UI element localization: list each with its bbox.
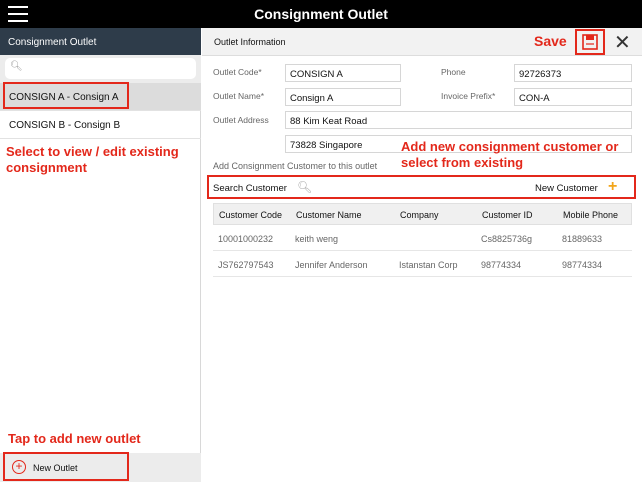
save-button[interactable] (575, 29, 605, 55)
search-customer-input[interactable]: Search Customer (213, 183, 287, 194)
top-bar: Consignment Outlet (0, 0, 642, 28)
new-outlet-button[interactable] (3, 452, 129, 481)
column-header[interactable]: Customer ID (482, 210, 533, 220)
main-header: Outlet Information Save ✕ (202, 28, 642, 56)
outlet-name-field[interactable]: Consign A (285, 88, 401, 106)
table-cell: 10001000232 (218, 234, 274, 244)
table-row[interactable]: 10001000232 keith weng Cs8825736g 818896… (213, 225, 632, 251)
search-icon[interactable]: 🔍︎ (297, 180, 312, 194)
table-cell: 98774334 (562, 260, 603, 270)
column-header[interactable]: Company (400, 210, 439, 220)
column-header[interactable]: Mobile Phone (563, 210, 618, 220)
add-customer-text: Add Consignment Customer to this outlet (213, 161, 378, 171)
table-cell: keith weng (295, 234, 339, 244)
new-customer-button[interactable]: New Customer (535, 183, 598, 194)
address-line1-field[interactable]: 88 Kim Keat Road (285, 111, 632, 129)
sidebar-header: Consignment Outlet (0, 28, 201, 55)
invoice-prefix-field[interactable]: CON-A (514, 88, 632, 106)
customer-search-row: Search Customer 🔍︎ New Customer + (207, 175, 636, 199)
outlet-code-field[interactable]: CONSIGN A (285, 64, 401, 82)
app-title: Consignment Outlet (254, 6, 388, 22)
annotation-tap-hint: Tap to add new outlet (8, 431, 141, 446)
table-cell: 81889633 (562, 234, 603, 244)
phone-field[interactable]: 92726373 (514, 64, 632, 82)
annotation-save: Save (534, 33, 567, 49)
annotation-add-customer: Add new consignment customer or select f… (401, 139, 619, 170)
outlet-item-consign-b[interactable]: CONSIGN B - Consign B (0, 111, 201, 139)
sidebar-search-input[interactable] (5, 58, 196, 79)
outlet-address-label: Outlet Address (213, 115, 269, 125)
table-cell: Jennifer Anderson (295, 260, 368, 270)
page-title: Outlet Information (214, 37, 286, 47)
phone-label: Phone (441, 67, 466, 77)
table-cell: Cs8825736g (481, 234, 533, 244)
table-header: Customer Code Customer Name Company Cust… (213, 203, 632, 225)
close-icon[interactable]: ✕ (614, 30, 631, 55)
sidebar-search-bar: 🔍︎ (0, 55, 201, 83)
table-cell: JS762797543 (218, 260, 274, 270)
table-cell: Istanstan Corp (399, 260, 458, 270)
column-header[interactable]: Customer Code (219, 210, 282, 220)
save-icon (582, 34, 598, 50)
plus-icon[interactable]: + (608, 178, 617, 196)
annotation-select-hint: Select to view / edit existing consignme… (6, 144, 179, 175)
column-header[interactable]: Customer Name (296, 210, 362, 220)
outlet-code-label: Outlet Code* (213, 67, 262, 77)
invoice-prefix-label: Invoice Prefix* (441, 91, 496, 101)
annotation-highlight-outlet (3, 82, 129, 109)
sidebar: Consignment Outlet 🔍︎ CONSIGN A - Consig… (0, 28, 201, 482)
outlet-name-label: Outlet Name* (213, 91, 265, 101)
search-icon: 🔍︎ (10, 61, 23, 72)
table-cell: 98774334 (481, 260, 522, 270)
customer-table: Customer Code Customer Name Company Cust… (213, 203, 632, 277)
table-row[interactable]: JS762797543 Jennifer Anderson Istanstan … (213, 251, 632, 277)
